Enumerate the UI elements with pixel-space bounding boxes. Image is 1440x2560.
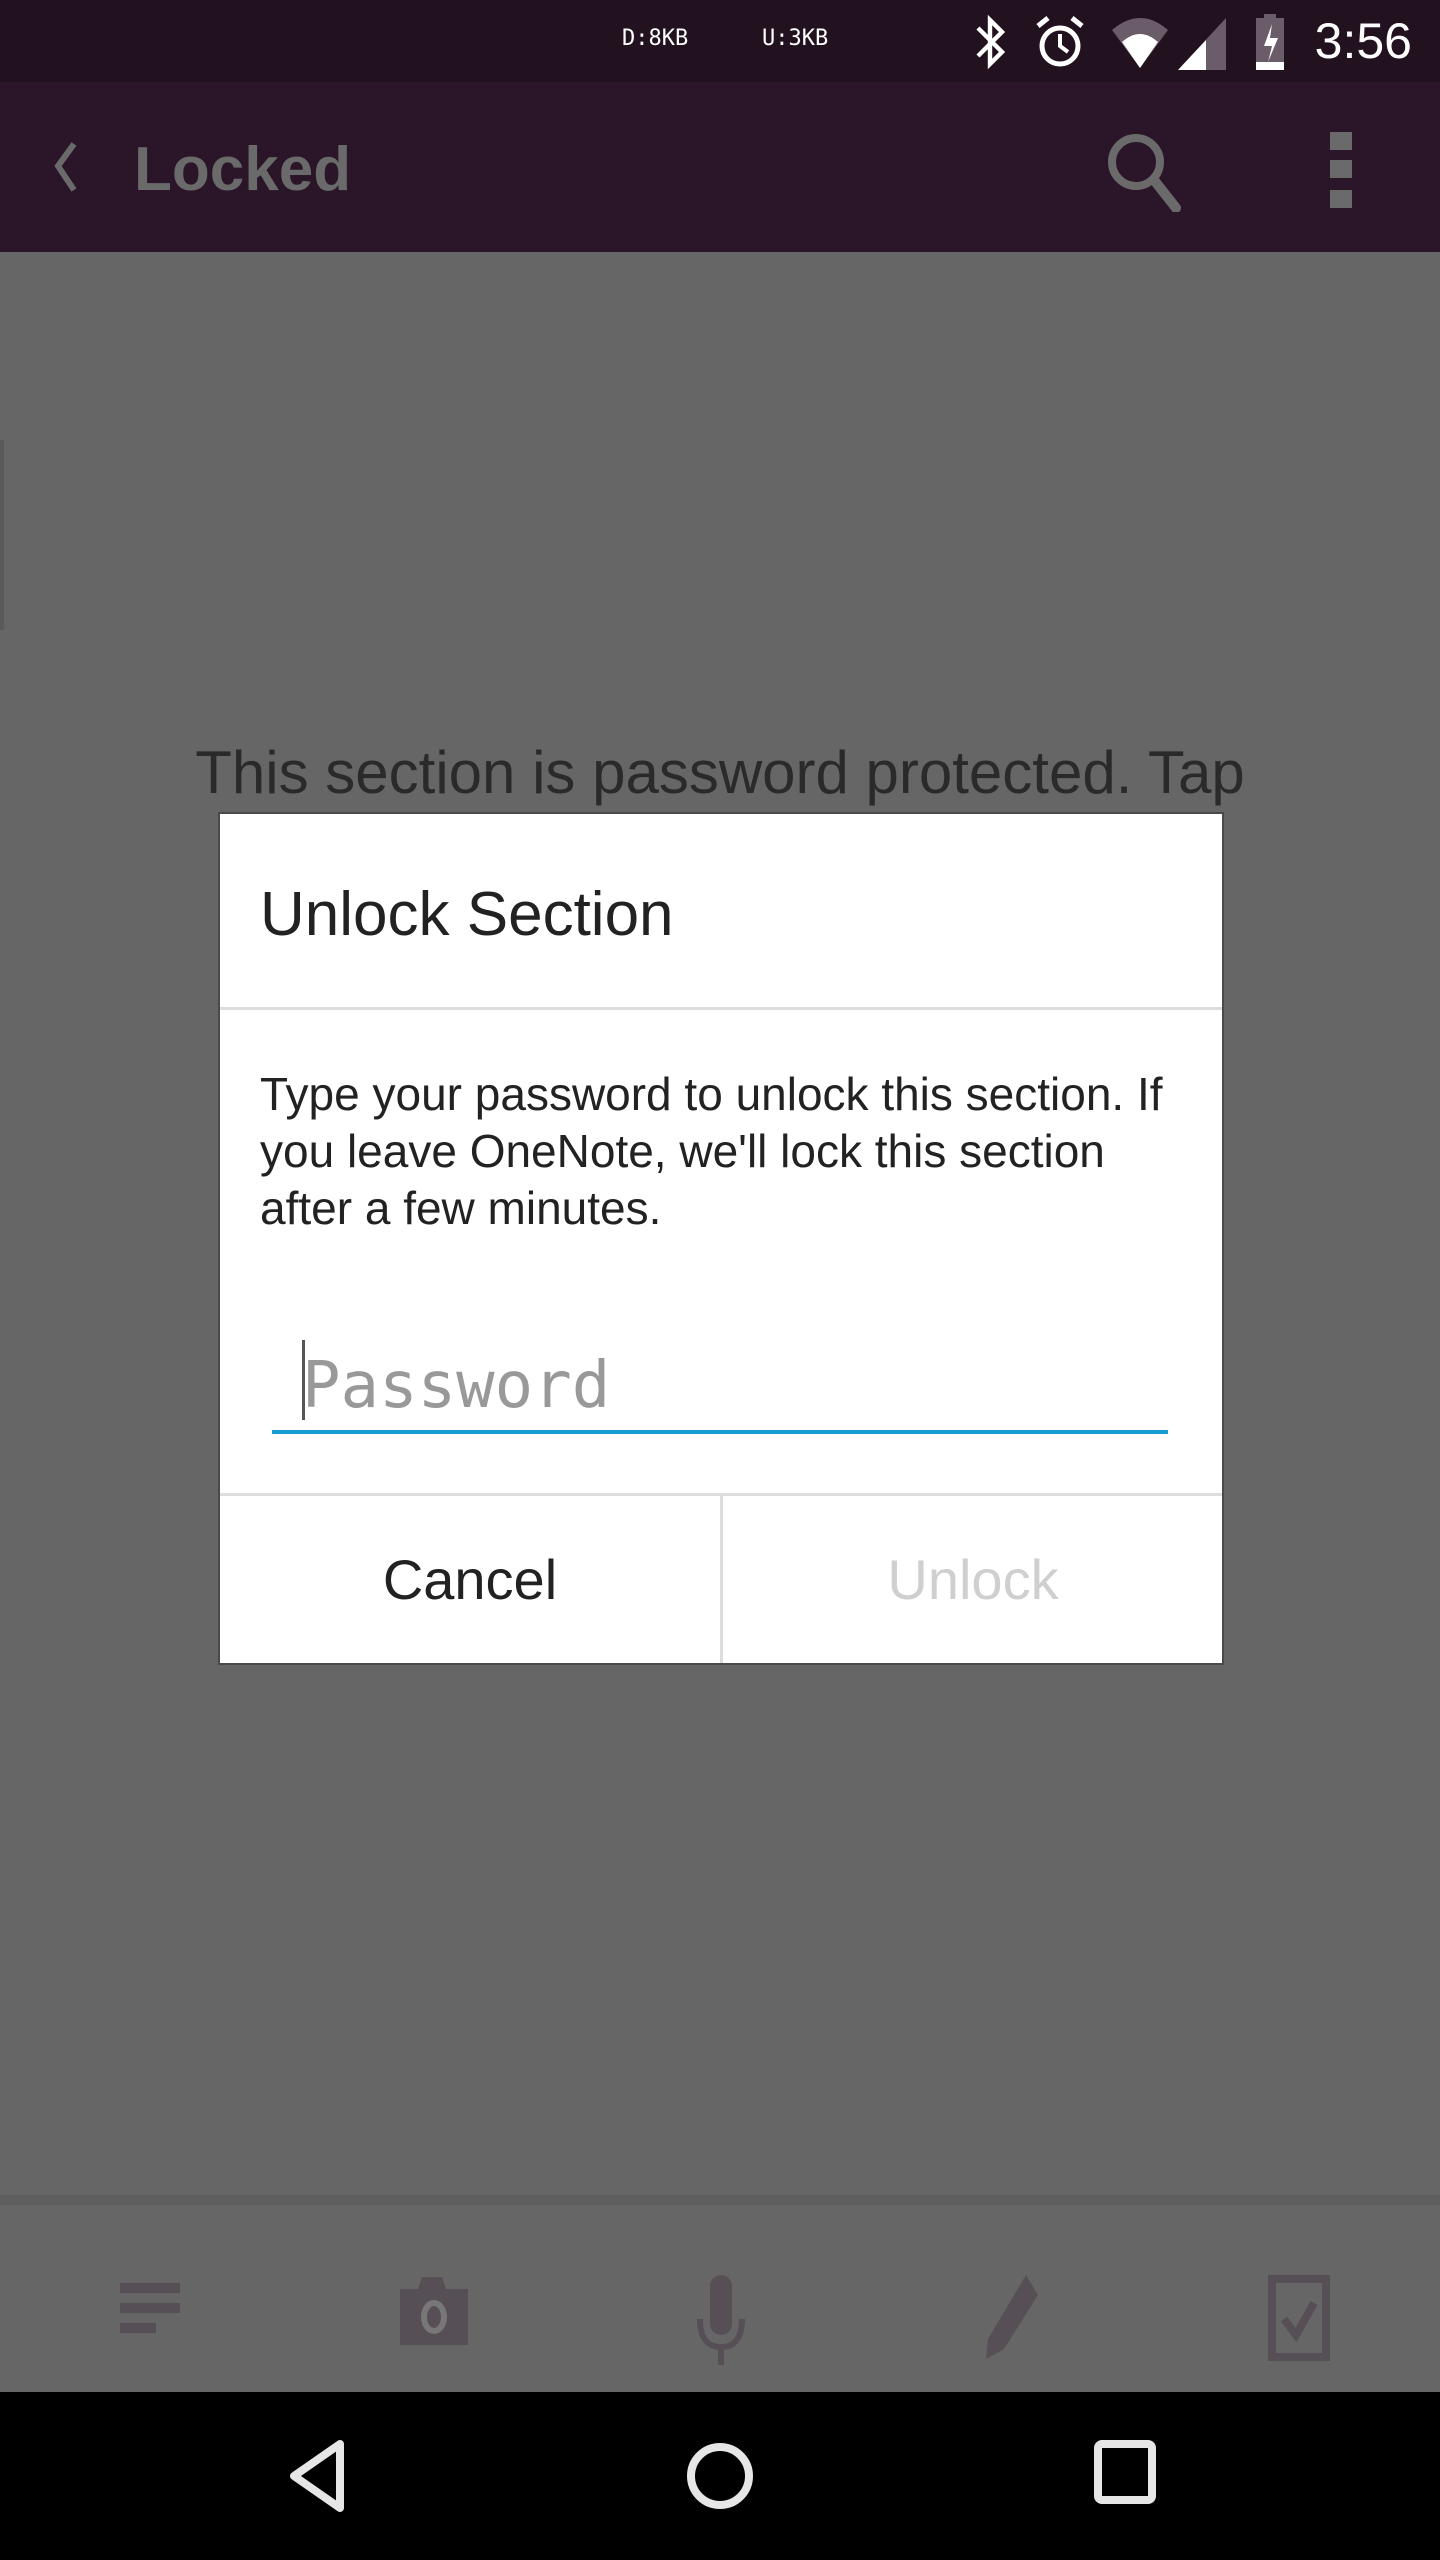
- dialog-title: Unlock Section: [260, 880, 674, 949]
- back-chevron-icon[interactable]: [50, 142, 80, 192]
- microphone-icon[interactable]: [696, 2275, 746, 2365]
- upload-rate: U:3KB: [762, 26, 829, 51]
- home-icon[interactable]: [686, 2440, 754, 2512]
- signal-icon: [1178, 18, 1226, 70]
- page-title: Locked: [134, 135, 352, 204]
- pen-icon[interactable]: [978, 2275, 1044, 2359]
- unlock-dialog: Unlock Section Type your password to unl…: [218, 812, 1224, 1665]
- clock: 3:56: [1314, 13, 1412, 69]
- app-bar: Locked: [0, 82, 1440, 252]
- status-bar: D:8KB U:3KB 3:56: [0, 0, 1440, 82]
- page-edge-handle: [0, 440, 4, 630]
- download-rate: D:8KB: [622, 26, 689, 51]
- divider: [220, 1007, 1222, 1010]
- password-input[interactable]: [272, 1342, 1168, 1434]
- wifi-icon: [1112, 18, 1168, 68]
- recents-icon[interactable]: [1094, 2440, 1156, 2504]
- back-icon[interactable]: [288, 2440, 346, 2512]
- camera-icon[interactable]: [398, 2275, 470, 2347]
- dialog-message: Type your password to unlock this sectio…: [260, 1068, 1163, 1234]
- bottom-toolbar: [0, 2195, 1440, 2402]
- alarm-icon: [1036, 16, 1084, 67]
- cancel-button[interactable]: Cancel: [220, 1496, 720, 1663]
- more-vert-icon[interactable]: [1330, 132, 1352, 208]
- unlock-button[interactable]: Unlock: [723, 1496, 1223, 1663]
- battery-charging-icon: [1256, 14, 1284, 70]
- navigation-bar: [0, 2392, 1440, 2560]
- search-icon[interactable]: [1106, 132, 1184, 212]
- bluetooth-icon: [976, 14, 1006, 70]
- checkbox-icon[interactable]: [1268, 2275, 1330, 2361]
- text-format-icon[interactable]: [120, 2275, 180, 2335]
- locked-message: This section is password protected. Tap: [195, 739, 1245, 806]
- text-cursor: [302, 1340, 305, 1420]
